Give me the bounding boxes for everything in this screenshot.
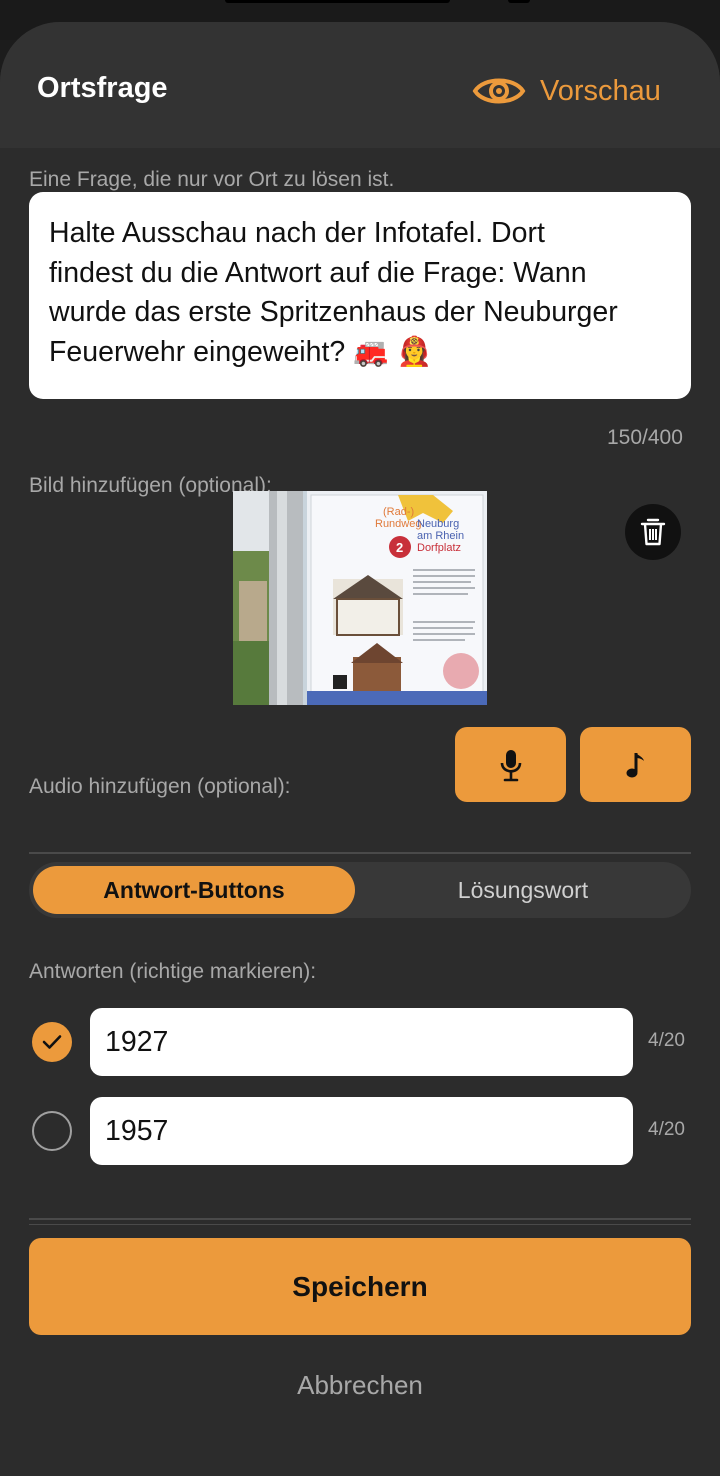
answer-mode-toggle: Antwort-Buttons Lösungswort <box>29 862 691 918</box>
checkmark-icon <box>42 1035 62 1049</box>
sign-text: Rundweg <box>375 518 421 530</box>
question-line: Feuerwehr eingeweiht? 🚒 👩‍🚒 <box>49 335 433 368</box>
question-char-counter: 150/400 <box>607 426 683 449</box>
music-note-icon <box>626 752 644 777</box>
delete-image-button[interactable] <box>625 504 681 560</box>
preview-label: Vorschau <box>540 74 661 107</box>
audio-label: Audio hinzufügen (optional): <box>29 775 291 798</box>
sign-text: (Rad-) <box>383 506 414 518</box>
answer-char-counter: 4/20 <box>648 1030 685 1051</box>
question-textarea[interactable]: Halte Ausschau nach der Infotafel. Dort … <box>29 192 691 399</box>
question-image[interactable]: (Rad-) Rundweg Neuburg am Rhein 2 Dorfpl… <box>233 491 487 705</box>
answer-input[interactable]: 1927 <box>90 1008 633 1076</box>
answer-input[interactable]: 1957 <box>90 1097 633 1165</box>
correct-answer-checkbox[interactable] <box>32 1111 72 1151</box>
section-divider <box>29 1218 691 1220</box>
question-line: wurde das erste Spritzenhaus der Neuburg… <box>49 296 618 328</box>
add-music-button[interactable] <box>580 727 691 802</box>
sheet-header: Ortsfrage Vorschau <box>0 22 720 148</box>
section-divider <box>29 1224 691 1225</box>
device-camera <box>508 0 530 3</box>
sign-text: Neuburg <box>417 518 459 530</box>
info-board-photo: (Rad-) Rundweg Neuburg am Rhein 2 Dorfpl… <box>233 491 487 705</box>
sign-text: am Rhein <box>417 530 464 542</box>
record-audio-button[interactable] <box>455 727 566 802</box>
section-divider <box>29 852 691 854</box>
answer-row: 1927 4/20 <box>0 1008 720 1076</box>
eye-icon <box>472 78 526 104</box>
answer-row: 1957 4/20 <box>0 1097 720 1165</box>
cancel-button[interactable]: Abbrechen <box>0 1370 720 1410</box>
question-hint: Eine Frage, die nur vor Ort zu lösen ist… <box>29 168 395 191</box>
question-line: Halte Ausschau nach der Infotafel. Dort <box>49 217 545 249</box>
preview-button[interactable]: Vorschau <box>472 68 661 114</box>
correct-answer-checkbox[interactable] <box>32 1022 72 1062</box>
microphone-icon <box>500 749 521 781</box>
tab-answer-buttons[interactable]: Antwort-Buttons <box>33 866 355 914</box>
question-line: findest du die Antwort auf die Frage: Wa… <box>49 256 587 289</box>
sign-number: 2 <box>396 540 403 555</box>
page-title: Ortsfrage <box>37 72 168 104</box>
sign-text: Dorfplatz <box>417 542 461 554</box>
save-button[interactable]: Speichern <box>29 1238 691 1335</box>
answer-char-counter: 4/20 <box>648 1119 685 1140</box>
tab-solution-word[interactable]: Lösungswort <box>359 866 687 914</box>
answers-label: Antworten (richtige markieren): <box>29 960 317 983</box>
trash-icon <box>640 518 666 546</box>
device-notch <box>225 0 450 3</box>
